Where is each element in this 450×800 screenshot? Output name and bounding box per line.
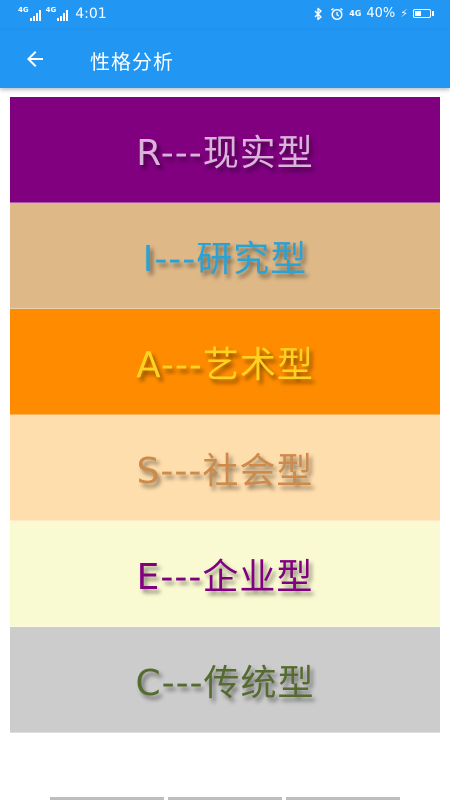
network-type-2: 4G xyxy=(45,6,57,14)
cell-signal-icon-2: 4G xyxy=(46,7,69,21)
arrow-back-icon xyxy=(27,51,43,67)
page-title: 性格分析 xyxy=(90,50,174,74)
cell-signal-icon: 4G xyxy=(18,7,41,21)
clock: 4:01 xyxy=(75,6,107,22)
battery-icon xyxy=(413,9,434,18)
bluetooth-icon xyxy=(311,7,325,21)
back-button[interactable] xyxy=(14,39,56,79)
charging-icon: ⚡ xyxy=(400,7,408,20)
alarm-icon xyxy=(330,7,344,21)
type-label: S---社会型 xyxy=(136,450,314,492)
type-item-realistic[interactable]: R---现实型 xyxy=(10,97,440,203)
type-label: I---研究型 xyxy=(142,238,308,280)
type-label: C---传统型 xyxy=(135,662,315,704)
type-item-social[interactable]: S---社会型 xyxy=(10,415,440,521)
app-bar: 性格分析 xyxy=(0,30,450,88)
network-type-1: 4G xyxy=(18,6,29,14)
type-item-artistic[interactable]: A---艺术型 xyxy=(10,309,440,415)
status-bar: 4G 4G 4:01 4G 40% ⚡ xyxy=(0,0,450,30)
type-label: E---企业型 xyxy=(136,556,314,598)
type-label: A---艺术型 xyxy=(136,344,314,386)
screen: 4G 4G 4:01 4G 40% ⚡ 性格分析 R---现实型 I---研究型… xyxy=(0,0,450,800)
personality-type-list: R---现实型 I---研究型 A---艺术型 S---社会型 E---企业型 … xyxy=(10,97,440,733)
battery-percent: 40% xyxy=(366,6,396,21)
type-item-enterprising[interactable]: E---企业型 xyxy=(10,521,440,627)
type-item-conventional[interactable]: C---传统型 xyxy=(10,627,440,733)
type-label: R---现实型 xyxy=(136,132,314,174)
type-item-investigative[interactable]: I---研究型 xyxy=(10,203,440,309)
network-type-3: 4G xyxy=(349,9,362,18)
status-left: 4G 4G 4:01 xyxy=(18,6,107,22)
status-right: 4G 40% ⚡ xyxy=(311,6,434,21)
